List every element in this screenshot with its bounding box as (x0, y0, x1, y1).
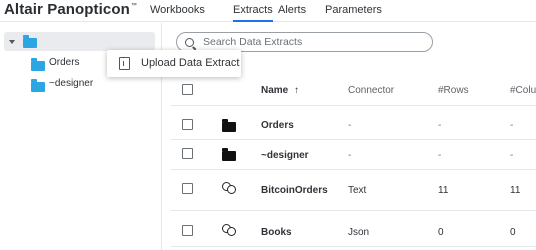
tab-alerts[interactable]: Alerts (278, 4, 306, 22)
row-columns: - (510, 120, 514, 131)
select-all-checkbox[interactable] (182, 84, 193, 95)
upload-file-icon (119, 57, 130, 70)
folder-icon (222, 119, 236, 132)
row-rows: - (438, 150, 442, 161)
row-checkbox[interactable] (182, 119, 193, 130)
row-rows: - (438, 120, 442, 131)
data-extract-icon (222, 224, 236, 236)
row-checkbox[interactable] (182, 148, 193, 159)
top-bar: Altair Panopticon™ Workbooks Extracts Al… (0, 0, 536, 22)
folder-icon (31, 79, 45, 92)
row-rows: 11 (438, 185, 449, 196)
row-name[interactable]: Books (261, 227, 292, 238)
tab-workbooks[interactable]: Workbooks (150, 4, 205, 22)
tab-parameters[interactable]: Parameters (325, 4, 382, 22)
row-connector: Json (348, 227, 370, 238)
row-columns: 11 (510, 185, 521, 196)
search-input[interactable] (203, 35, 423, 49)
tab-extracts[interactable]: Extracts (233, 4, 273, 22)
row-connector: - (348, 150, 352, 161)
folder-icon (222, 148, 236, 161)
row-divider (171, 210, 536, 211)
row-checkbox[interactable] (182, 183, 193, 194)
row-rows: 0 (438, 227, 444, 238)
brand-name: Altair Panopticon (4, 1, 130, 18)
column-header-rows[interactable]: #Rows (438, 85, 469, 96)
row-columns: - (510, 150, 514, 161)
tree-item-label: ~designer (49, 78, 94, 89)
row-connector: Text (348, 185, 367, 196)
column-header-columns[interactable]: #Colu (510, 85, 536, 96)
column-name-label: Name (261, 85, 289, 96)
trademark-mark: ™ (130, 3, 137, 9)
context-menu: Upload Data Extract (107, 50, 241, 77)
row-checkbox[interactable] (182, 225, 193, 236)
sort-ascending-icon: ↑ (294, 85, 300, 96)
data-extract-icon (222, 182, 236, 194)
search-icon (185, 38, 194, 47)
tree-root-node[interactable] (4, 32, 155, 51)
menu-item-label: Upload Data Extract (141, 57, 240, 69)
column-header-connector[interactable]: Connector (348, 85, 394, 96)
row-name[interactable]: ~designer (261, 150, 309, 161)
column-header-name[interactable]: Name ↑ (261, 85, 299, 96)
row-divider (171, 169, 536, 170)
root-folder-icon (23, 35, 37, 48)
app-logo: Altair Panopticon™ (4, 1, 137, 18)
row-name[interactable]: BitcoinOrders (261, 185, 328, 196)
row-connector: - (348, 120, 352, 131)
row-divider (171, 246, 536, 247)
row-name[interactable]: Orders (261, 120, 294, 131)
header-divider (171, 105, 536, 106)
folder-icon (31, 58, 45, 71)
collapse-caret-icon[interactable] (9, 40, 15, 44)
tree-item-label: Orders (49, 57, 80, 68)
row-columns: 0 (510, 227, 516, 238)
row-divider (171, 139, 536, 140)
search-extracts-field[interactable] (176, 32, 433, 52)
